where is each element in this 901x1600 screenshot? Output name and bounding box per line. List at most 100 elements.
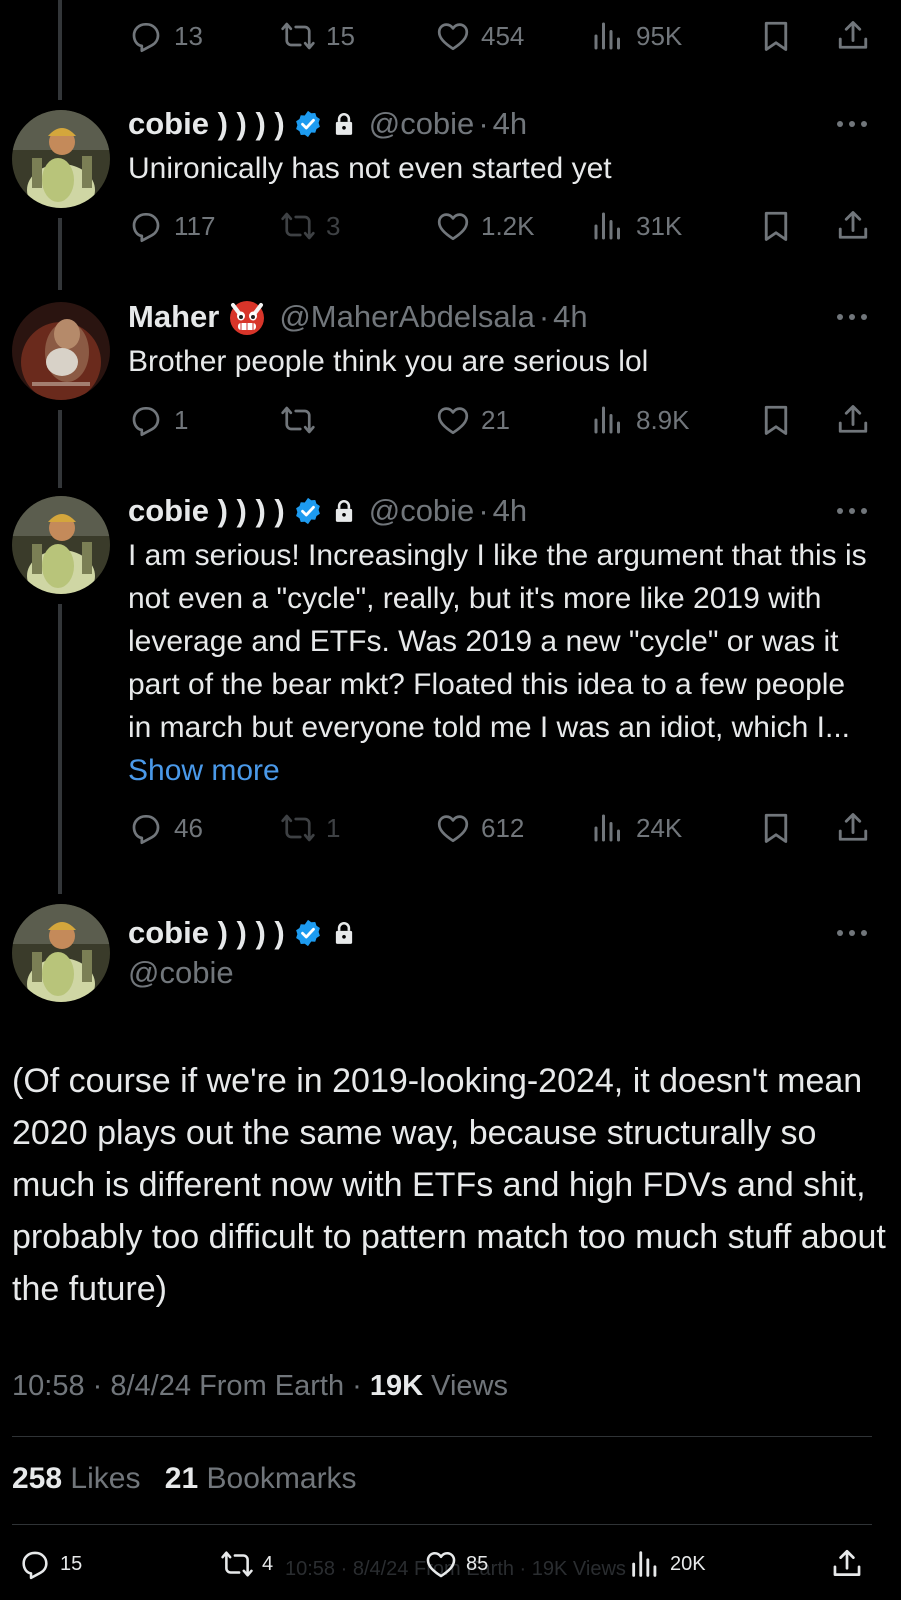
reply-button[interactable]: 1 xyxy=(128,400,188,440)
like-button[interactable]: 612 xyxy=(435,808,524,848)
thread-line xyxy=(58,604,62,894)
tweet-time[interactable]: 4h xyxy=(553,299,587,335)
share-button[interactable] xyxy=(835,206,881,246)
reply-button[interactable]: 46 xyxy=(128,808,203,848)
tweet-time[interactable]: 4h xyxy=(493,106,527,142)
divider xyxy=(12,1436,872,1437)
bookmark-button[interactable] xyxy=(758,400,804,440)
separator-dot: · xyxy=(538,299,550,334)
views-button[interactable]: 24K xyxy=(590,808,682,848)
views-button[interactable]: 8.9K xyxy=(590,400,690,440)
repost-count: 4 xyxy=(262,1552,274,1575)
share-button[interactable] xyxy=(835,16,881,56)
bookmark-button[interactable] xyxy=(758,16,804,56)
user-handle[interactable]: @cobie xyxy=(369,493,475,529)
views-button[interactable]: 20K xyxy=(628,1544,706,1584)
more-icon[interactable] xyxy=(834,927,870,939)
like-button[interactable]: 21 xyxy=(435,400,510,440)
tweet-header: Maher @MaherAbdelsala · 4h xyxy=(128,297,588,337)
repost-count: 15 xyxy=(326,20,355,51)
lock-icon xyxy=(331,497,357,525)
views-count: 19K xyxy=(369,1370,424,1402)
tweet-text: Unironically has not even started yet xyxy=(128,152,612,185)
reply-button[interactable]: 13 xyxy=(128,16,203,56)
avatar[interactable] xyxy=(12,496,110,594)
show-more-link[interactable]: Show more xyxy=(128,754,280,787)
more-icon[interactable] xyxy=(834,118,870,130)
engagement-stats: 258 Likes 21 Bookmarks xyxy=(12,1462,357,1496)
display-name[interactable]: cobie ) ) ) ) xyxy=(128,915,285,951)
tweet-source: From Earth xyxy=(199,1370,345,1402)
like-button[interactable]: 454 xyxy=(435,16,524,56)
views-count: 8.9K xyxy=(636,404,690,435)
views-button[interactable]: 95K xyxy=(590,16,682,56)
tweet-actions: 13 15 454 95K xyxy=(128,16,873,56)
more-icon[interactable] xyxy=(834,505,870,517)
user-handle[interactable]: @cobie xyxy=(128,955,234,991)
bookmark-button[interactable] xyxy=(758,808,804,848)
share-button[interactable] xyxy=(830,1544,872,1584)
ogre-emoji-icon xyxy=(227,297,267,337)
bookmarks-label: Bookmarks xyxy=(206,1462,357,1495)
like-count: 85 xyxy=(466,1552,489,1575)
display-name[interactable]: Maher xyxy=(128,299,219,335)
repost-button[interactable]: 1 xyxy=(280,808,340,848)
avatar[interactable] xyxy=(12,904,110,1002)
tweet-time[interactable]: 10:58 xyxy=(12,1370,85,1402)
reply-button[interactable]: 15 xyxy=(18,1544,82,1584)
repost-button[interactable]: 3 xyxy=(280,206,340,246)
views-count: 24K xyxy=(636,812,683,843)
reply-button[interactable]: 117 xyxy=(128,206,215,246)
repost-count: 1 xyxy=(326,812,341,843)
thread-line xyxy=(58,0,62,100)
tweet-header: cobie ) ) ) ) @cobie · 4h xyxy=(128,491,527,531)
like-count: 21 xyxy=(481,404,510,435)
repost-button[interactable]: 15 xyxy=(280,16,355,56)
tweet-meta: 10:58 · 8/4/24 From Earth · 19K Views xyxy=(12,1370,508,1402)
bookmark-button[interactable] xyxy=(758,206,804,246)
likes-label: Likes xyxy=(70,1462,141,1495)
reply-count: 13 xyxy=(174,20,203,51)
user-handle[interactable]: @cobie xyxy=(369,106,475,142)
tweet-text: I am serious! Increasingly I like the ar… xyxy=(128,534,868,792)
bookmarks-stat[interactable]: 21 Bookmarks xyxy=(165,1462,357,1495)
repost-button[interactable]: 4 xyxy=(220,1544,273,1584)
verified-badge-icon xyxy=(293,918,323,948)
tweet-header: cobie ) ) ) ) xyxy=(128,913,357,953)
more-icon[interactable] xyxy=(834,311,870,323)
tweet-actions: 117 3 1.2K 31K xyxy=(128,206,873,246)
tweet-date[interactable]: 8/4/24 xyxy=(110,1370,191,1402)
tweet-time[interactable]: 4h xyxy=(493,493,527,529)
tweet-body: I am serious! Increasingly I like the ar… xyxy=(128,539,867,744)
verified-badge-icon xyxy=(293,109,323,139)
like-count: 612 xyxy=(481,812,525,843)
likes-count: 258 xyxy=(12,1462,63,1495)
share-button[interactable] xyxy=(835,400,881,440)
display-name[interactable]: cobie ) ) ) ) xyxy=(128,106,285,142)
tweet-actions: 1 21 8.9K xyxy=(128,400,873,440)
like-count: 1.2K xyxy=(481,210,535,241)
views-count: 95K xyxy=(636,20,683,51)
user-handle[interactable]: @MaherAbdelsala xyxy=(279,299,535,335)
avatar[interactable] xyxy=(12,302,110,400)
like-button[interactable]: 1.2K xyxy=(435,206,535,246)
like-button[interactable]: 85 xyxy=(424,1544,488,1584)
repost-button[interactable] xyxy=(280,400,326,440)
share-button[interactable] xyxy=(835,808,881,848)
views-button[interactable]: 31K xyxy=(590,206,682,246)
like-count: 454 xyxy=(481,20,525,51)
tweet-actions: 46 1 612 24K xyxy=(128,808,873,848)
bottom-action-bar: 15 4 85 20K xyxy=(0,1530,901,1600)
thread-line xyxy=(58,218,62,290)
separator-dot: · xyxy=(478,493,489,528)
avatar[interactable] xyxy=(12,110,110,208)
verified-badge-icon xyxy=(293,496,323,526)
views-label: Views xyxy=(431,1370,508,1402)
display-name[interactable]: cobie ) ) ) ) xyxy=(128,493,285,529)
lock-icon xyxy=(331,110,357,138)
reply-count: 117 xyxy=(174,210,216,241)
tweet-text: Brother people think you are serious lol xyxy=(128,345,649,378)
likes-stat[interactable]: 258 Likes xyxy=(12,1462,140,1495)
views-count: 31K xyxy=(636,210,683,241)
tweet-header: cobie ) ) ) ) @cobie · 4h xyxy=(128,104,527,144)
